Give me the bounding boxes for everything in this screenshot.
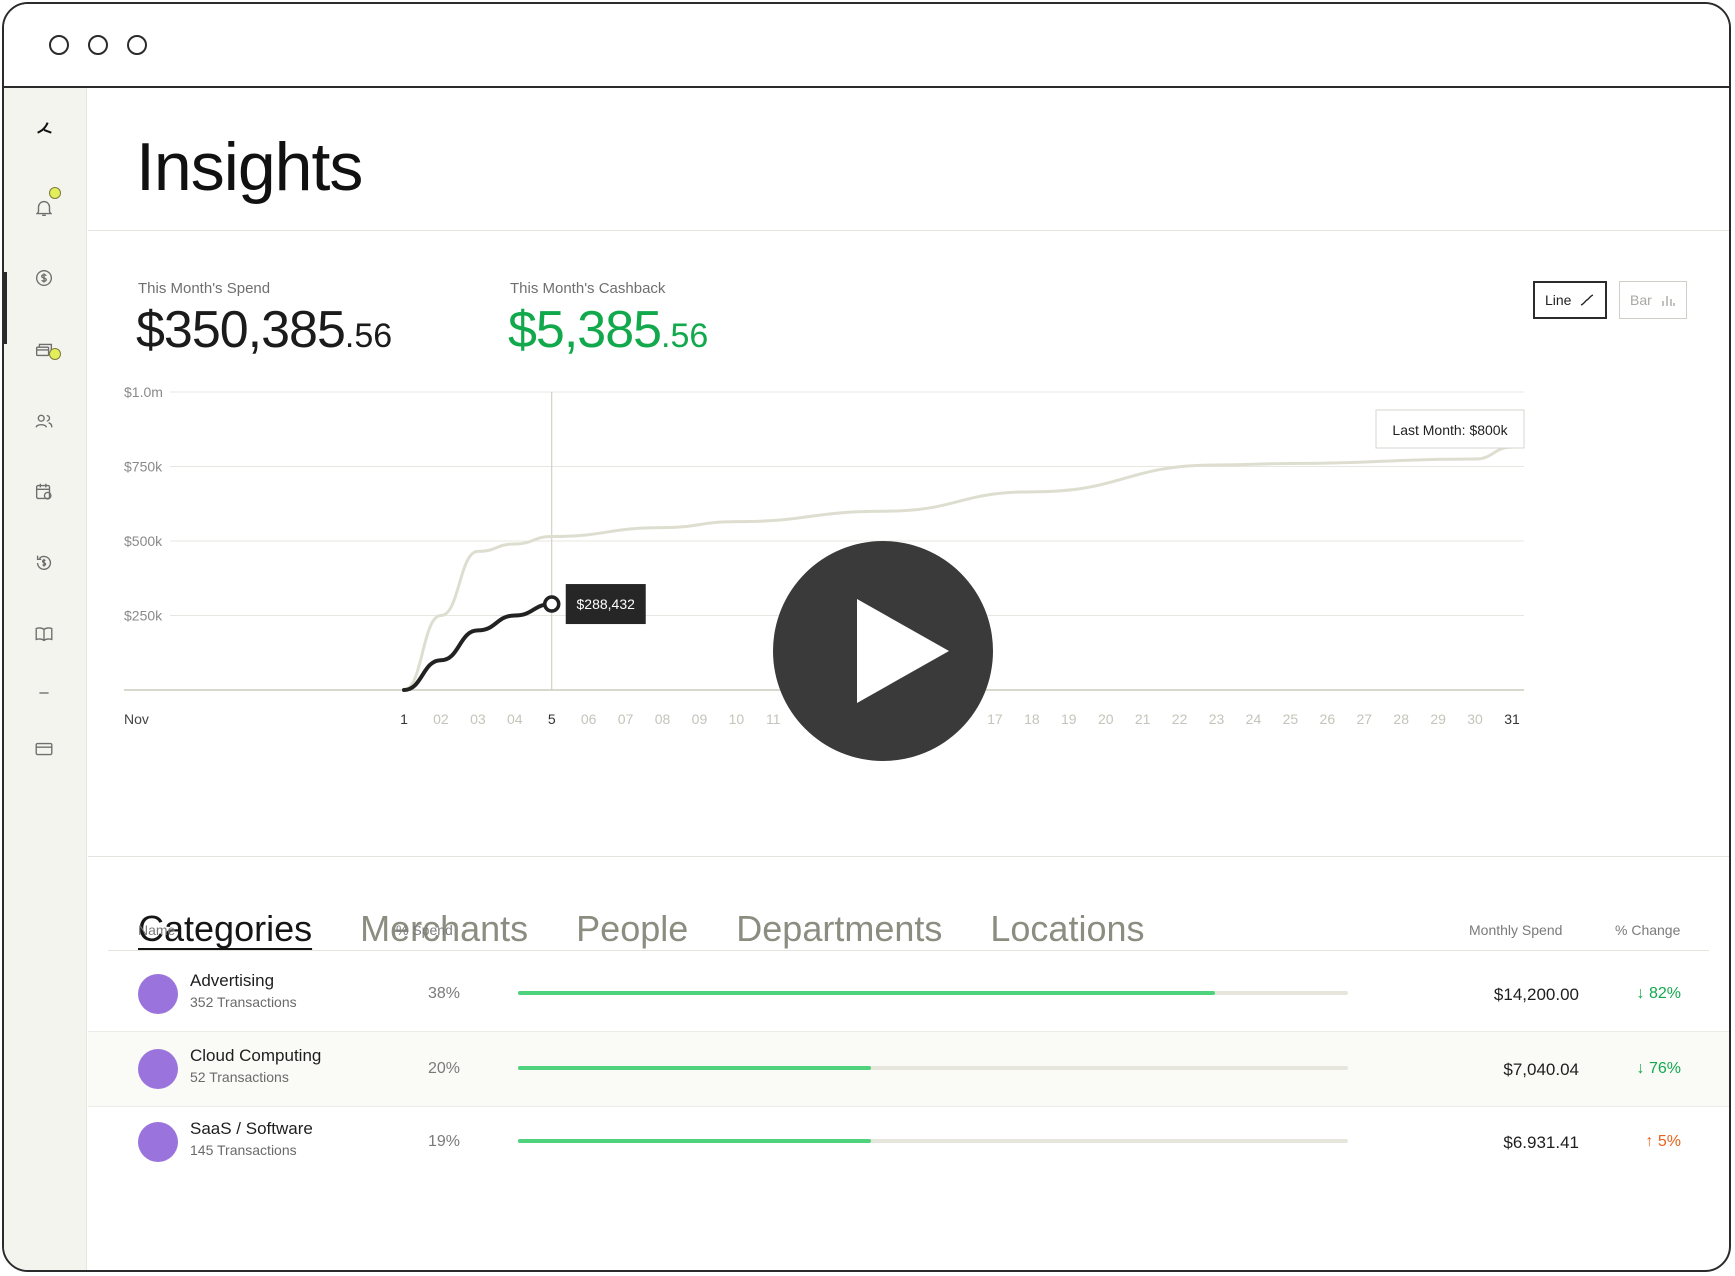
y-tick-label: $500k [124, 533, 163, 549]
spend-bar-fill [518, 1066, 871, 1070]
x-tick-label: 17 [987, 711, 1003, 727]
category-monthly-spend: $14,200.00 [1493, 985, 1579, 1004]
category-change-value: 5% [1657, 1133, 1681, 1150]
y-tick-label: $750k [124, 459, 163, 475]
spend-bar-fill [518, 1139, 871, 1143]
hover-tooltip-value: $288,432 [577, 596, 636, 612]
calendar-refresh-icon[interactable] [31, 479, 57, 505]
category-transactions: 52 Transactions [190, 1069, 289, 1085]
table-header-divider [108, 950, 1709, 951]
this-month-line [402, 602, 554, 692]
tab-departments[interactable]: Departments [736, 908, 942, 950]
arrow-up-icon: ↑ [1645, 1133, 1658, 1150]
book-icon[interactable] [31, 621, 57, 647]
sidebar-divider [31, 680, 57, 706]
y-tick-label: $1.0m [124, 384, 163, 400]
x-tick-label: 18 [1024, 711, 1040, 727]
spend-bar [518, 991, 1348, 995]
x-tick-label: 5 [548, 711, 556, 727]
category-change-value: 76% [1648, 1060, 1681, 1077]
arrow-down-icon: ↓ [1636, 985, 1649, 1002]
table-row[interactable]: SaaS / Software 145 Transactions 19% $6.… [88, 1105, 1729, 1179]
x-tick-label: 20 [1098, 711, 1114, 727]
category-avatar [138, 974, 178, 1014]
x-tick-label: 21 [1135, 711, 1151, 727]
category-transactions: 145 Transactions [190, 1142, 297, 1158]
category-spend-pct: 19% [428, 1133, 461, 1150]
app-window: Insights This Month's Spend $350,385.56 … [2, 2, 1731, 1272]
x-tick-label: 22 [1172, 711, 1188, 727]
x-tick-label: 26 [1320, 711, 1336, 727]
chart-divider [88, 856, 1729, 857]
x-tick-label: 03 [470, 711, 486, 727]
category-change: ↓ 82% [1637, 985, 1681, 1003]
col-header-change[interactable]: % Change [1615, 922, 1680, 938]
category-change: ↑ 5% [1645, 1133, 1681, 1151]
x-tick-label: 09 [692, 711, 708, 727]
last-month-tooltip-label: Last Month: $800k [1392, 422, 1508, 438]
col-header-monthly-spend[interactable]: Monthly Spend [1469, 922, 1562, 938]
play-icon [857, 599, 949, 703]
col-header-name[interactable]: Name [138, 922, 175, 938]
this-month-point [542, 595, 561, 613]
y-tick-label: $250k [124, 608, 163, 624]
tab-locations[interactable]: Locations [990, 908, 1144, 950]
sidebar-active-indicator [4, 272, 7, 344]
table-row[interactable]: Advertising 352 Transactions 38% $14,200… [88, 957, 1729, 1031]
x-tick-label: 27 [1356, 711, 1372, 727]
refund-icon[interactable] [31, 550, 57, 576]
x-tick-label: 1 [400, 711, 408, 727]
category-avatar [138, 1122, 178, 1162]
x-tick-label: 28 [1393, 711, 1409, 727]
notification-badge [49, 187, 61, 199]
insight-tabs: Categories Merchants People Departments … [138, 908, 1144, 950]
category-avatar [138, 1049, 178, 1089]
logo-icon[interactable] [31, 116, 57, 142]
x-tick-label: 31 [1504, 711, 1520, 727]
tab-people[interactable]: People [576, 908, 688, 950]
x-tick-label: 11 [766, 711, 781, 727]
x-tick-label: 02 [433, 711, 449, 727]
col-header-spend-pct[interactable]: % Spend [396, 922, 453, 938]
spend-bar [518, 1066, 1348, 1070]
dollar-circle-icon[interactable] [31, 265, 57, 291]
category-spend-pct: 38% [428, 985, 461, 1002]
cards-badge [49, 348, 61, 360]
x-tick-label: 19 [1061, 711, 1077, 727]
window-maximize-button[interactable] [127, 35, 147, 55]
people-icon[interactable] [31, 408, 57, 434]
table-row[interactable]: Cloud Computing 52 Transactions 20% $7,0… [88, 1031, 1729, 1107]
x-tick-label: 23 [1209, 711, 1225, 727]
category-transactions: 352 Transactions [190, 994, 297, 1010]
category-monthly-spend: $6.931.41 [1503, 1133, 1579, 1152]
x-tick-label: 10 [729, 711, 745, 727]
credit-card-icon[interactable] [31, 736, 57, 762]
video-play-button[interactable] [773, 541, 993, 761]
category-monthly-spend: $7,040.04 [1503, 1060, 1579, 1079]
window-close-button[interactable] [49, 35, 69, 55]
window-minimize-button[interactable] [88, 35, 108, 55]
x-tick-label: 30 [1467, 711, 1483, 727]
category-spend-pct: 20% [428, 1060, 461, 1077]
x-tick-label: 08 [655, 711, 671, 727]
category-name: Advertising [190, 971, 275, 990]
category-change-value: 82% [1648, 985, 1681, 1002]
spend-bar [518, 1139, 1348, 1143]
title-bar [4, 4, 1729, 88]
spend-bar-fill [518, 991, 1216, 995]
x-axis-label: Nov [124, 711, 149, 727]
x-tick-label: 25 [1283, 711, 1299, 727]
category-change: ↓ 76% [1637, 1060, 1681, 1078]
sidebar [4, 88, 87, 1270]
x-tick-label: 06 [581, 711, 597, 727]
x-tick-label: 07 [618, 711, 634, 727]
category-name: SaaS / Software [190, 1119, 313, 1138]
x-tick-label: 24 [1246, 711, 1262, 727]
category-name: Cloud Computing [190, 1046, 322, 1065]
x-tick-label: 29 [1430, 711, 1446, 727]
x-tick-label: 04 [507, 711, 523, 727]
arrow-down-icon: ↓ [1636, 1060, 1649, 1077]
